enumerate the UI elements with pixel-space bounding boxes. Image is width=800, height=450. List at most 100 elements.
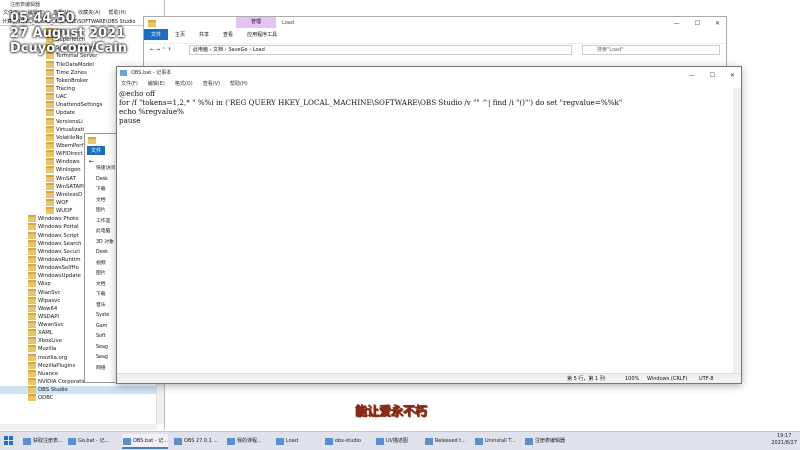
registry-key-label: Windows Photo — [38, 216, 79, 223]
folder-icon — [46, 125, 54, 133]
folder-icon — [28, 321, 36, 329]
tab-home[interactable]: 主页 — [168, 29, 192, 40]
tab-view[interactable]: 查看 — [216, 29, 240, 40]
folder-icon — [46, 190, 54, 198]
folder-icon — [28, 345, 36, 353]
registry-key-label: WindowsRuntim — [38, 256, 81, 263]
code-line: pause — [119, 116, 141, 125]
registry-key-label: XAML — [38, 330, 53, 337]
clock-date: 2021/8/27 — [771, 440, 797, 446]
taskbar-item[interactable]: Uninstall T... — [474, 434, 520, 449]
line-ending: Windows (CRLF) — [647, 376, 688, 382]
close-icon[interactable]: ✕ — [715, 20, 720, 27]
folder-icon — [46, 166, 54, 174]
registry-key-label: Mozilla — [38, 346, 57, 353]
registry-key-label: VersionsLi — [56, 118, 83, 125]
registry-key-label: Windows Script — [38, 232, 79, 239]
folder-icon — [28, 329, 36, 337]
folder-icon — [28, 369, 36, 377]
registry-key-label: WwanSvc — [38, 322, 64, 329]
taskbar-item[interactable]: 注册表编辑器 — [524, 434, 572, 449]
folder-icon — [28, 304, 36, 312]
registry-key-label: WinSAT — [56, 175, 76, 182]
taskbar-item[interactable]: OBS.bat - 记... — [122, 434, 168, 449]
registry-key-label: Time Zones — [56, 69, 87, 76]
explorer-load-title: Load — [282, 20, 294, 26]
tab-app-tools[interactable]: 应用程序工具 — [240, 29, 284, 40]
folder-icon — [28, 361, 36, 369]
notepad-scrollbar[interactable] — [733, 88, 741, 373]
taskbar-item[interactable]: 获取注册表... — [22, 434, 64, 449]
registry-key-label: VolatileNo — [56, 134, 83, 141]
folder-icon — [46, 101, 54, 109]
registry-key-label: Windows Portal — [38, 224, 79, 231]
folder-icon — [46, 182, 54, 190]
folder-icon — [46, 141, 54, 149]
folder-icon — [28, 280, 36, 288]
video-watermark: 05:44:50 27 August 2021 Dcuyo.com/Cain — [10, 12, 127, 57]
taskbar-item[interactable]: UI/描述图 — [375, 434, 420, 449]
taskbar-item[interactable]: Go.bat - 记... — [67, 434, 117, 449]
taskbar-item[interactable]: Load — [275, 434, 320, 449]
folder-icon — [46, 133, 54, 141]
tab-file[interactable]: 文件 — [144, 29, 169, 40]
maximize-icon[interactable]: ☐ — [710, 70, 715, 82]
search-input[interactable]: 搜索"Load" — [582, 45, 720, 55]
folder-icon — [28, 272, 36, 280]
folder-icon — [46, 76, 54, 84]
encoding: UTF-8 — [699, 376, 714, 382]
tab-share[interactable]: 共享 — [192, 29, 216, 40]
watermark-date: 27 August 2021 — [10, 26, 126, 41]
zoom-level: 100% — [625, 376, 640, 382]
taskbar-item[interactable]: 我的课程... — [226, 434, 271, 449]
notepad-status-bar: 第 5 行，第 1 列 100% Windows (CRLF) UTF-8 — [117, 373, 741, 383]
address-bar[interactable]: 此电脑 › 文档 › SaveGo › Load — [189, 45, 572, 55]
taskbar: 获取注册表... Go.bat - 记... OBS.bat - 记... OBS 2… — [0, 431, 800, 450]
registry-key-label: Virtualizati — [56, 126, 85, 133]
clock-time: 19:17 — [776, 433, 792, 439]
code-line: for /f "tokens=1,2,* " %%i in ('REG QUER… — [119, 98, 623, 107]
folder-icon — [46, 207, 54, 215]
registry-key-label: TileDataModel — [56, 61, 94, 68]
system-clock[interactable]: 19:17 2021/8/27 — [771, 433, 797, 447]
registry-key-label: Windows — [56, 159, 80, 166]
registry-key-label: Wow64 — [38, 305, 58, 312]
notepad-window: OBS.bat - 记事本 — ☐ ✕ 文件(F) 编辑(E) 格式(O) 查看… — [116, 66, 742, 384]
registry-key-label: Wisp — [38, 281, 51, 288]
notepad-text-area[interactable]: @echo off for /f "tokens=1,2,* " %%i in (… — [117, 88, 733, 373]
registry-key-label: WindowsSelfHo — [38, 265, 79, 272]
registry-key-label: WirelessD — [56, 191, 83, 198]
window-controls: — ☐ ✕ — [689, 70, 735, 82]
ribbon-context-tab[interactable]: 管理 — [236, 17, 276, 28]
registry-key-label: WindowsUpdate — [38, 273, 81, 280]
registry-key-label: MozillaPlugins — [38, 362, 76, 369]
registry-tree-hscrollbar[interactable] — [0, 424, 157, 430]
close-icon[interactable]: ✕ — [730, 70, 735, 82]
folder-icon — [28, 231, 36, 239]
taskbar-item[interactable]: OBS 27.0.1 ... — [173, 434, 222, 449]
notepad-titlebar: OBS.bat - 记事本 — ☐ ✕ — [117, 67, 741, 79]
minimize-icon[interactable]: — — [689, 70, 695, 82]
code-line: @echo off — [119, 89, 156, 98]
folder-icon — [28, 247, 36, 255]
maximize-icon[interactable]: ☐ — [695, 20, 700, 27]
minimize-icon[interactable]: — — [674, 20, 680, 27]
folder-icon — [46, 93, 54, 101]
registry-key-label: Update — [56, 110, 76, 117]
folder-icon — [88, 137, 96, 144]
start-button[interactable] — [4, 436, 14, 446]
registry-key-label: WSDAPI — [38, 313, 59, 320]
registry-key[interactable]: ODBC — [0, 394, 157, 402]
window-controls: — ☐ ✕ — [674, 20, 720, 27]
folder-icon — [28, 394, 36, 402]
folder-icon — [28, 288, 36, 296]
registry-key-label: WinSATAPI — [56, 183, 84, 190]
registry-key-label: WOF — [56, 199, 69, 206]
taskbar-item[interactable]: Released t... — [424, 434, 470, 449]
ribbon-tabs: 文件 主页 共享 查看 应用程序工具 — [144, 29, 284, 40]
tab-file[interactable]: 文件 — [87, 146, 106, 155]
registry-key-label: Windows Securi — [38, 248, 80, 255]
taskbar-item[interactable]: obs-studio — [324, 434, 371, 449]
registry-key-label: XboxLive — [38, 338, 63, 345]
registry-key[interactable]: OBS Studio — [0, 386, 157, 395]
